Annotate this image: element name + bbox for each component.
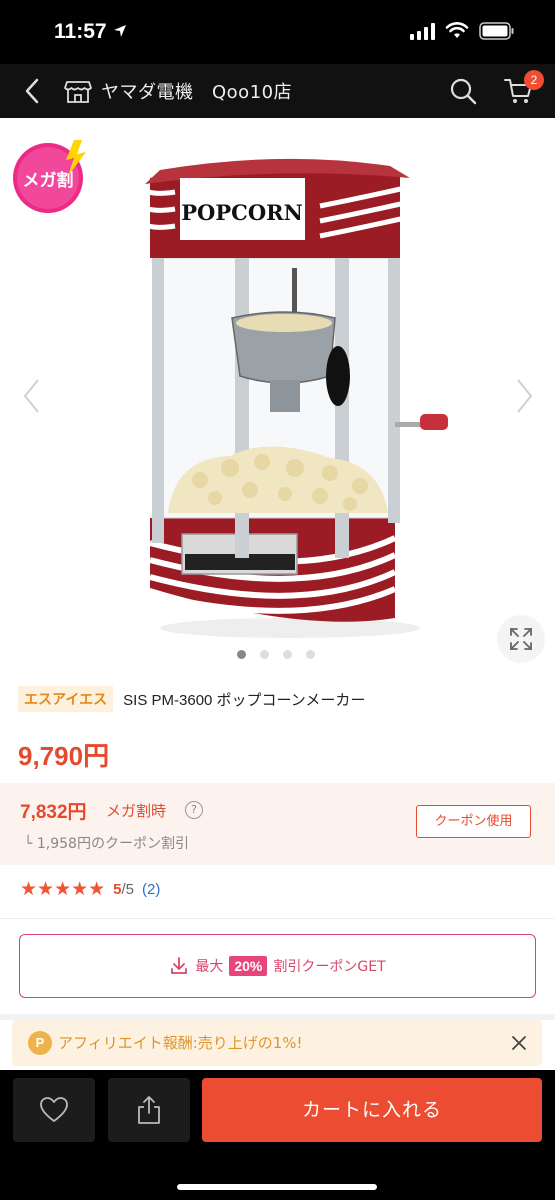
product-price: 9,790円	[18, 741, 110, 771]
mega-sale-price: 7,832円	[20, 802, 87, 823]
product-title: SIS PM-3600 ポップコーンメーカー	[123, 691, 366, 709]
coupon-get-prefix: 最大	[195, 959, 224, 975]
points-icon: P	[28, 1031, 52, 1055]
expand-image-button[interactable]	[497, 615, 545, 663]
carousel-dots	[237, 650, 315, 659]
affiliate-text: アフィリエイト報酬:売り上げの1%!	[58, 1034, 303, 1052]
share-button[interactable]	[108, 1078, 190, 1142]
carousel-dot[interactable]	[237, 650, 246, 659]
home-indicator[interactable]	[177, 1184, 377, 1190]
shop-icon[interactable]	[64, 78, 92, 104]
popcorn-label: POPCORN	[181, 200, 303, 225]
mega-badge-text: メガ割	[23, 170, 74, 191]
wifi-icon	[445, 22, 469, 38]
help-icon[interactable]: ?	[185, 801, 203, 819]
battery-icon	[479, 22, 514, 40]
status-indicators	[410, 22, 515, 40]
coupon-get-suffix: 割引クーポンGET	[273, 959, 386, 975]
mega-sale-label: メガ割時	[106, 802, 167, 820]
product-detail: POPCORN メガ割 エスアイエス SIS PM-3600 ポップコーンメーカ…	[0, 118, 555, 1070]
close-icon[interactable]	[508, 1032, 530, 1054]
affiliate-banner: P アフィリエイト報酬:売り上げの1%!	[12, 1020, 542, 1066]
divider	[0, 918, 555, 919]
cart-count-badge: 2	[524, 70, 544, 90]
download-icon	[171, 957, 188, 974]
location-arrow-icon	[114, 25, 127, 37]
carousel-dot[interactable]	[306, 650, 315, 659]
rating-stars: ★★★★★	[20, 878, 106, 900]
coupon-percent-tag: 20%	[229, 956, 268, 976]
coupon-discount-text: └ 1,958円のクーポン割引	[24, 836, 189, 852]
carousel-prev-icon[interactable]	[20, 376, 44, 416]
app-header: ヤマダ電機 Qoo10店 2	[0, 64, 555, 118]
carousel-dot[interactable]	[260, 650, 269, 659]
shop-name[interactable]: ヤマダ電機 Qoo10店	[101, 78, 292, 104]
add-to-cart-button[interactable]: カートに入れる	[202, 1078, 542, 1142]
rating-score-value: 5	[113, 880, 122, 898]
status-time-text: 11:57	[54, 20, 107, 43]
expand-icon	[510, 628, 532, 650]
cellular-signal-icon	[410, 22, 435, 40]
carousel-next-icon[interactable]	[512, 376, 536, 416]
mega-sale-section: 7,832円 メガ割時 ? └ 1,958円のクーポン割引 クーポン使用	[0, 783, 555, 865]
share-icon	[138, 1096, 160, 1124]
product-image-carousel[interactable]: POPCORN メガ割	[0, 118, 555, 668]
carousel-dot[interactable]	[283, 650, 292, 659]
coupon-use-button[interactable]: クーポン使用	[416, 805, 531, 838]
review-count-link[interactable]: (2)	[142, 881, 160, 898]
brand-tag[interactable]: エスアイエス	[18, 686, 114, 712]
heart-icon	[40, 1097, 68, 1122]
favorite-button[interactable]	[13, 1078, 95, 1142]
bottom-action-bar: カートに入れる	[0, 1070, 555, 1200]
search-icon[interactable]	[448, 76, 478, 106]
product-title-row: エスアイエス SIS PM-3600 ポップコーンメーカー	[18, 686, 365, 712]
mega-sale-badge: メガ割	[13, 140, 86, 213]
coupon-get-button[interactable]: 最大 20% 割引クーポンGET	[19, 934, 536, 998]
rating-out-of: /5	[121, 880, 135, 898]
status-time: 11:57	[54, 20, 128, 44]
rating-row[interactable]: ★★★★★ 5/5 (2)	[20, 878, 160, 900]
rating-score: 5/5	[113, 881, 134, 898]
status-bar: 11:57	[0, 0, 555, 64]
back-arrow-icon[interactable]	[18, 74, 48, 108]
